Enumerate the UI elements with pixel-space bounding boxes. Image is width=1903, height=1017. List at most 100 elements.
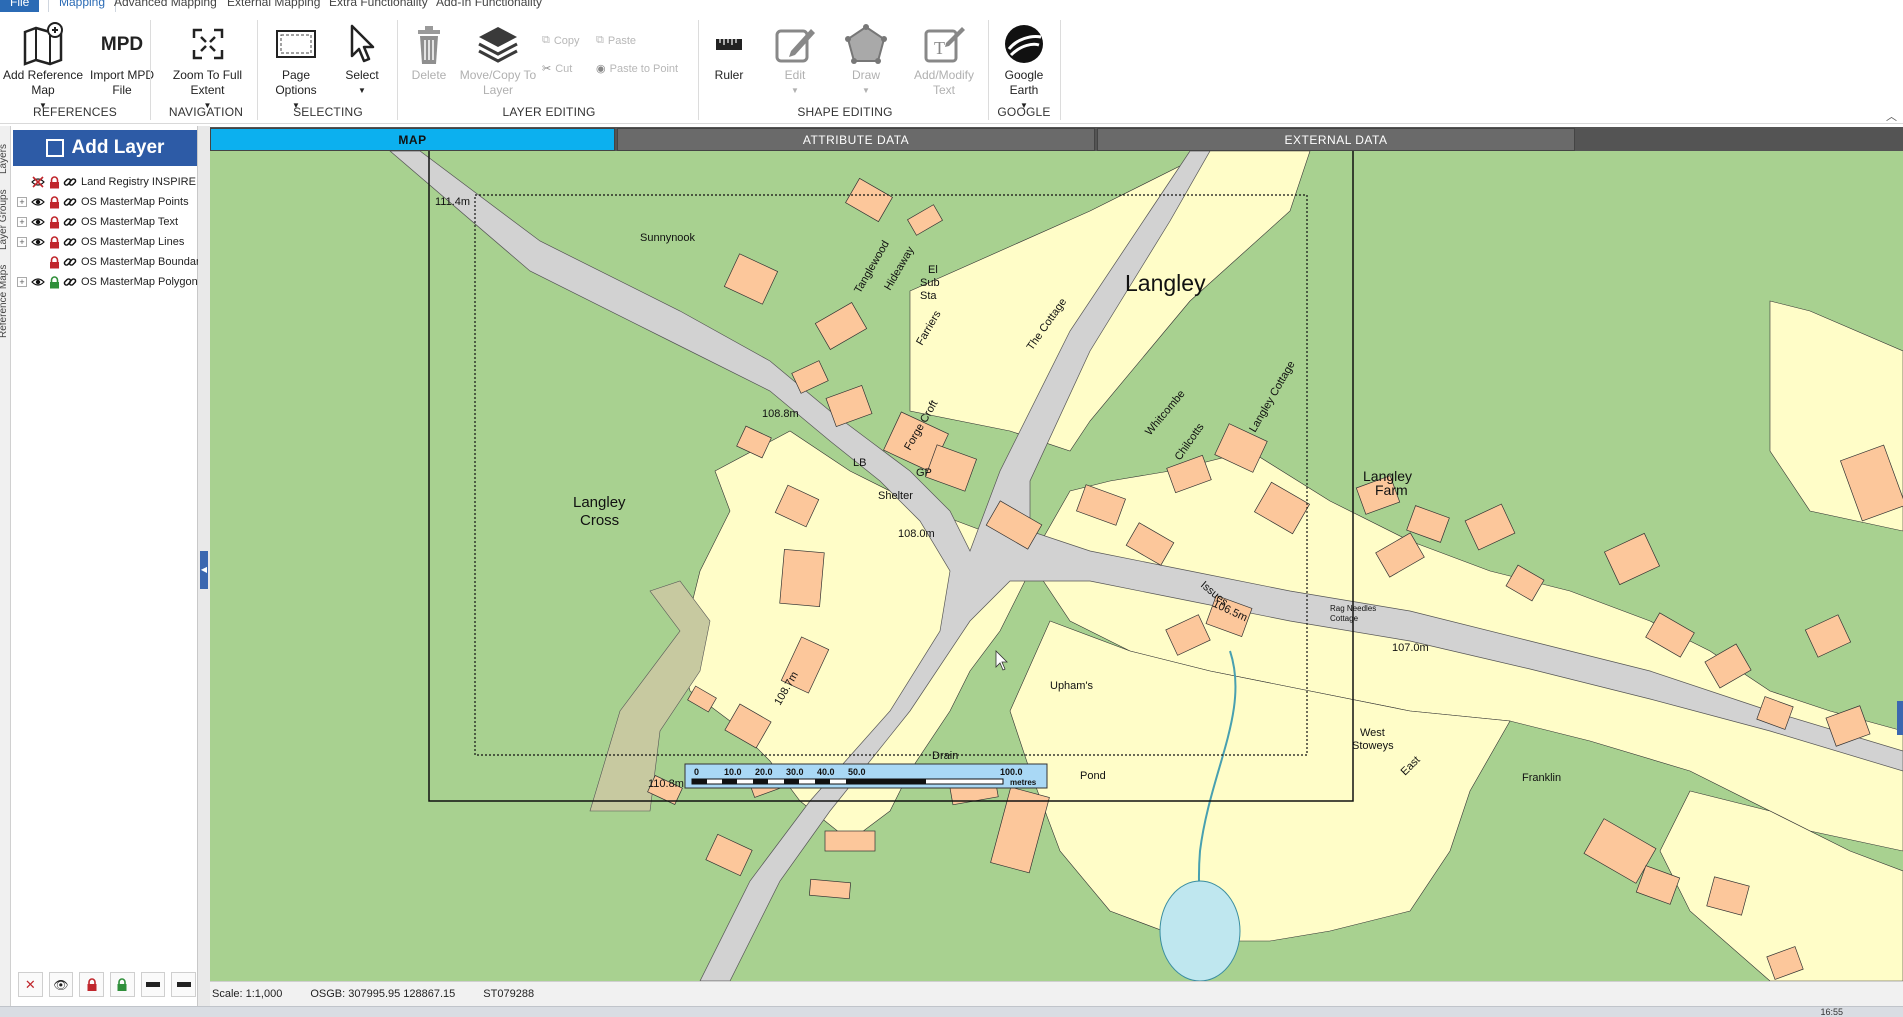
menu-tab-file[interactable]: File <box>0 0 40 12</box>
map-canvas[interactable]: Langley Langley Cross Langley Farm Sunny… <box>210 151 1903 981</box>
layer-row[interactable]: + OS MasterMap Points <box>17 192 189 212</box>
label-height-108-0: 108.0m <box>898 528 935 540</box>
scale-tick: 10.0 <box>724 767 742 777</box>
page-options-button[interactable]: Page Options ▼ <box>265 20 327 113</box>
edit-button[interactable]: Edit ▼ <box>768 20 822 98</box>
select-label: Select <box>345 68 379 82</box>
coordinate-readout: OSGB: 307995.95 128867.15 <box>310 988 456 1000</box>
collapse-ribbon-icon[interactable]: ︿ <box>1886 108 1897 124</box>
group-label-shape-editing: SHAPE EDITING <box>797 105 893 119</box>
link-icon[interactable] <box>62 194 78 210</box>
page-options-icon <box>265 20 327 68</box>
layer-name: OS MasterMap Boundary <box>81 256 206 268</box>
tab-attribute-data[interactable]: ATTRIBUTE DATA <box>617 128 1095 151</box>
layer-name: Land Registry INSPIRE <box>81 176 196 188</box>
show-all-layers-button[interactable]: 👁 <box>48 972 74 997</box>
lock-icon[interactable] <box>46 234 62 250</box>
panel-splitter[interactable]: ◀ <box>198 126 210 1008</box>
google-earth-label: Google Earth <box>1004 68 1044 97</box>
paste-to-point-button[interactable]: ◉ Paste to Point <box>596 62 678 76</box>
group-label-navigation: NAVIGATION <box>168 105 244 119</box>
ruler-button[interactable]: Ruler <box>706 20 752 83</box>
menu-tab-advanced-mapping[interactable]: Advanced Mapping <box>104 0 227 12</box>
tab-external-data[interactable]: EXTERNAL DATA <box>1097 128 1575 151</box>
page-options-label: Page Options <box>275 68 317 97</box>
link-icon[interactable] <box>62 234 78 250</box>
layer-panel: Add Layer Land Registry INSPIRE + OS Maste… <box>11 126 205 1008</box>
menu-tab-add-in-functionality[interactable]: Add-In Functionality <box>426 0 552 12</box>
svg-text:T: T <box>934 38 945 58</box>
scale-tick: 20.0 <box>755 767 773 777</box>
label-langley-farm: Farm <box>1375 482 1408 498</box>
taskbar: 16:55 <box>0 1006 1903 1017</box>
chevron-down-icon: ▼ <box>862 86 870 95</box>
label-rag-needles-cottage: Cottage <box>1330 614 1359 623</box>
lock-icon[interactable] <box>46 194 62 210</box>
tab-map[interactable]: MAP <box>210 128 615 151</box>
menu-tab-extra-functionality[interactable]: Extra Functionality <box>319 0 438 12</box>
layer-row[interactable]: + OS MasterMap Polygons <box>17 272 203 292</box>
expand-icon[interactable]: + <box>17 237 27 247</box>
layer-move-up-button[interactable] <box>140 972 166 997</box>
move-copy-to-layer-button[interactable]: Move/Copy To Layer <box>458 20 538 98</box>
add-modify-text-button[interactable]: T Add/Modify Text <box>906 20 982 98</box>
label-lb: LB <box>853 457 866 469</box>
lock-icon[interactable] <box>46 214 62 230</box>
layer-row[interactable]: OS MasterMap Boundary <box>17 252 205 272</box>
add-layer-button[interactable]: Add Layer <box>13 130 197 166</box>
layer-row[interactable]: + OS MasterMap Text <box>17 212 178 232</box>
select-button[interactable]: Select ▼ <box>330 20 394 98</box>
copy-button[interactable]: ⧉ Copy <box>542 34 580 47</box>
eye-icon[interactable] <box>30 274 46 290</box>
lock-icon[interactable] <box>46 174 62 190</box>
eye-icon[interactable] <box>30 234 46 250</box>
right-panel-grip[interactable] <box>1897 701 1903 735</box>
link-icon[interactable] <box>62 274 78 290</box>
label-drain: Drain <box>932 750 958 762</box>
eye-icon[interactable] <box>30 214 46 230</box>
draw-button[interactable]: Draw ▼ <box>838 20 894 98</box>
menu-tab-external-mapping[interactable]: External Mapping <box>217 0 330 12</box>
zoom-full-extent-label: Zoom To Full Extent <box>172 68 243 97</box>
unlock-icon[interactable] <box>46 274 62 290</box>
add-reference-map-button[interactable]: Add Reference Map ▼ <box>2 20 84 113</box>
eye-crossed-icon[interactable] <box>30 174 46 190</box>
link-icon[interactable] <box>62 174 78 190</box>
expand-icon[interactable]: + <box>17 277 27 287</box>
lock-all-layers-button[interactable] <box>79 972 105 997</box>
expand-icon[interactable]: + <box>17 197 27 207</box>
layer-move-down-button[interactable] <box>171 972 197 997</box>
label-el-sub-sta: El <box>928 264 938 276</box>
layer-row[interactable]: + OS MasterMap Lines <box>17 232 184 252</box>
link-icon[interactable] <box>62 214 78 230</box>
cut-button[interactable]: ✂ Cut <box>542 62 572 76</box>
layer-toolbar: ✕ 👁 <box>14 972 197 1002</box>
group-label-google: GOOGLE <box>997 105 1051 119</box>
zoom-full-extent-button[interactable]: Zoom To Full Extent ▼ <box>160 20 255 113</box>
eye-hidden-icon[interactable] <box>30 254 46 270</box>
scale-unit: metres <box>1010 778 1037 787</box>
eye-icon[interactable] <box>30 194 46 210</box>
label-langley-cottage: Langley Cottage <box>1247 359 1297 434</box>
link-icon[interactable] <box>62 254 78 270</box>
chevron-down-icon: ▼ <box>358 86 366 95</box>
unlock-all-layers-button[interactable] <box>110 972 135 997</box>
cursor-arrow-icon <box>330 20 394 68</box>
grid-reference: ST079288 <box>483 988 535 1000</box>
text-edit-icon: T <box>906 20 982 68</box>
google-earth-button[interactable]: Google Earth ▼ <box>996 20 1052 113</box>
layers-icon <box>458 20 538 68</box>
lock-icon[interactable] <box>46 254 62 270</box>
layer-row[interactable]: Land Registry INSPIRE <box>17 172 196 192</box>
paste-button[interactable]: ⧉ Paste <box>596 34 636 47</box>
hide-all-layers-button[interactable]: ✕ <box>18 972 43 997</box>
scale-tick: 0 <box>694 767 699 777</box>
chevron-left-icon[interactable]: ◀ <box>200 551 208 589</box>
ruler-icon <box>706 20 752 68</box>
delete-button[interactable]: Delete <box>404 20 454 83</box>
group-label-selecting: SELECTING <box>293 105 363 119</box>
expand-icon[interactable]: + <box>17 217 27 227</box>
layer-name: OS MasterMap Lines <box>81 236 185 248</box>
taskbar-clock: 16:55 <box>1820 1007 1843 1017</box>
label-franklin: Franklin <box>1522 772 1561 784</box>
